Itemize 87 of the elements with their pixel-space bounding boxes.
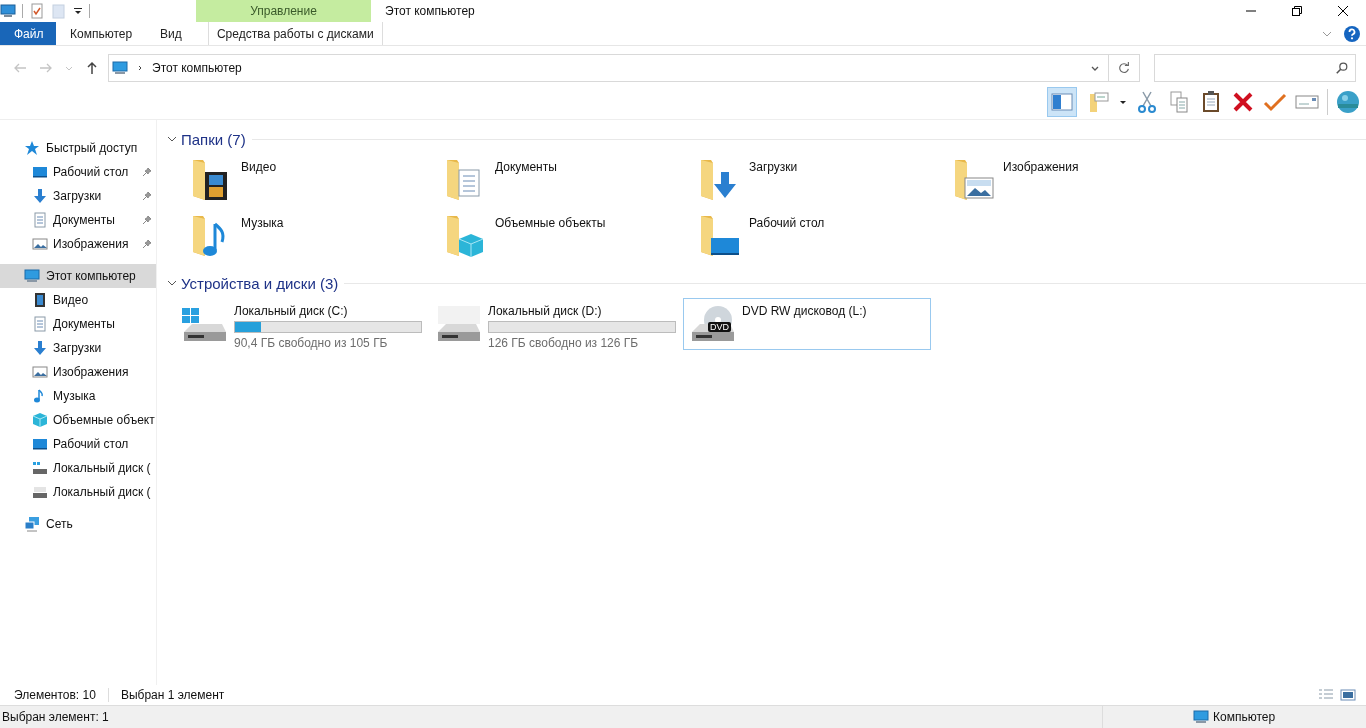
folder-name[interactable]: Объемные объекты (495, 216, 606, 230)
search-icon (1335, 61, 1349, 75)
folder-name[interactable]: Рабочий стол (749, 216, 825, 230)
chevron-icon (167, 134, 177, 144)
properties-icon[interactable] (29, 3, 45, 19)
document-icon (32, 316, 48, 332)
tree-item[interactable]: Рабочий стол (0, 160, 156, 184)
shell-globe-icon[interactable] (1336, 90, 1360, 114)
minimize-icon (1246, 10, 1256, 12)
dvd-label: DVD (708, 322, 731, 332)
help-icon[interactable] (1344, 25, 1360, 42)
tree-item[interactable]: Изображения (0, 232, 156, 256)
drive-name: Локальный диск (D:) (488, 304, 603, 318)
customize-dropdown-icon[interactable] (73, 6, 83, 16)
selection-count: Выбран 1 элемент (120, 688, 225, 702)
monitor-icon[interactable] (0, 3, 16, 19)
tree-item[interactable]: Документы (0, 208, 156, 232)
star-icon (24, 140, 40, 156)
tree-item[interactable]: Этот компьютер (0, 264, 156, 288)
navigation-pane-button[interactable] (1047, 87, 1077, 117)
download-arrow-icon (32, 340, 48, 356)
address-bar[interactable]: Этот компьютер (108, 54, 1140, 82)
film-icon (32, 292, 48, 308)
pin-icon[interactable] (142, 191, 152, 201)
drive-tile[interactable]: Локальный диск (D:) 126 ГБ свободно из 126 ГБ (429, 298, 677, 350)
chevron-icon (167, 278, 177, 288)
window-title: Этот компьютер (384, 3, 476, 20)
scissors-icon[interactable] (1135, 90, 1159, 114)
folder-options-icon[interactable] (1087, 90, 1111, 114)
dropdown-caret-icon[interactable] (1119, 98, 1127, 106)
cube-icon (32, 412, 48, 428)
tree-item[interactable]: Документы (0, 312, 156, 336)
monitor-icon (32, 436, 48, 452)
tree-item[interactable]: Сеть (0, 512, 156, 536)
item-count: Элементов: 10 (14, 688, 96, 702)
ribbon-tab[interactable]: Вид (146, 22, 196, 45)
ribbon-tab[interactable]: Средства работы с дисками (207, 22, 383, 45)
context-tab-group: Управление (196, 0, 371, 22)
restore-icon (1292, 6, 1302, 16)
picture-icon (32, 364, 48, 380)
free-space-text: 90,4 ГБ свободно из 105 ГБ (234, 336, 389, 350)
refresh-icon (1117, 61, 1131, 75)
delete-icon[interactable] (1231, 90, 1255, 114)
monitor-icon (112, 60, 128, 76)
tree-item[interactable]: Видео (0, 288, 156, 312)
folder-name[interactable]: Документы (495, 160, 557, 174)
group-header[interactable]: Папки (7) (167, 130, 246, 148)
pin-icon[interactable] (142, 167, 152, 177)
tree-item[interactable]: Локальный диск ( (0, 480, 156, 504)
picture-icon (32, 236, 48, 252)
folder-name[interactable]: Видео (241, 160, 277, 174)
monitor-icon (24, 268, 40, 284)
ribbon-tab[interactable]: Файл (0, 22, 56, 45)
breadcrumb[interactable]: Этот компьютер (152, 61, 242, 75)
close-icon (1338, 6, 1348, 16)
drive-icon (32, 460, 48, 476)
drive-tile[interactable]: Локальный диск (C:) 90,4 ГБ свободно из 105 ГБ (175, 298, 423, 350)
search-field[interactable] (1154, 54, 1356, 82)
tree-item[interactable]: Загрузки (0, 184, 156, 208)
tree-item[interactable]: Изображения (0, 360, 156, 384)
zone-text: Компьютер (1213, 710, 1276, 724)
status-text: Выбран элемент: 1 (1, 710, 109, 724)
document-icon (32, 212, 48, 228)
monitor-icon (1193, 709, 1209, 725)
network-icon (24, 516, 40, 532)
tree-item[interactable]: Объемные объект (0, 408, 156, 432)
drive-icon (32, 484, 48, 500)
tree-item[interactable]: Загрузки (0, 336, 156, 360)
pin-icon[interactable] (142, 215, 152, 225)
download-arrow-icon (32, 188, 48, 204)
tree-item[interactable]: Локальный диск ( (0, 456, 156, 480)
folder-name[interactable]: Загрузки (749, 160, 798, 174)
monitor-icon (32, 164, 48, 180)
tree-item[interactable]: Рабочий стол (0, 432, 156, 456)
tree-item[interactable]: Быстрый доступ (0, 136, 156, 160)
folder-name[interactable]: Музыка (241, 216, 284, 230)
ribbon-tab[interactable]: Компьютер (56, 22, 147, 45)
drive-tile[interactable]: DVD DVD RW дисковод (L:) (683, 298, 931, 350)
folder-name[interactable]: Изображения (1003, 160, 1079, 174)
drive-name: Локальный диск (C:) (234, 304, 349, 318)
drive-name: DVD RW дисковод (L:) (742, 304, 867, 318)
free-space-text: 126 ГБ свободно из 126 ГБ (488, 336, 640, 350)
tree-item[interactable]: Музыка (0, 384, 156, 408)
large-icons-view-icon[interactable] (1340, 687, 1356, 703)
pin-icon[interactable] (142, 239, 152, 249)
breadcrumb-chevron-icon[interactable] (136, 64, 144, 72)
group-header[interactable]: Устройства и диски (3) (167, 274, 339, 292)
